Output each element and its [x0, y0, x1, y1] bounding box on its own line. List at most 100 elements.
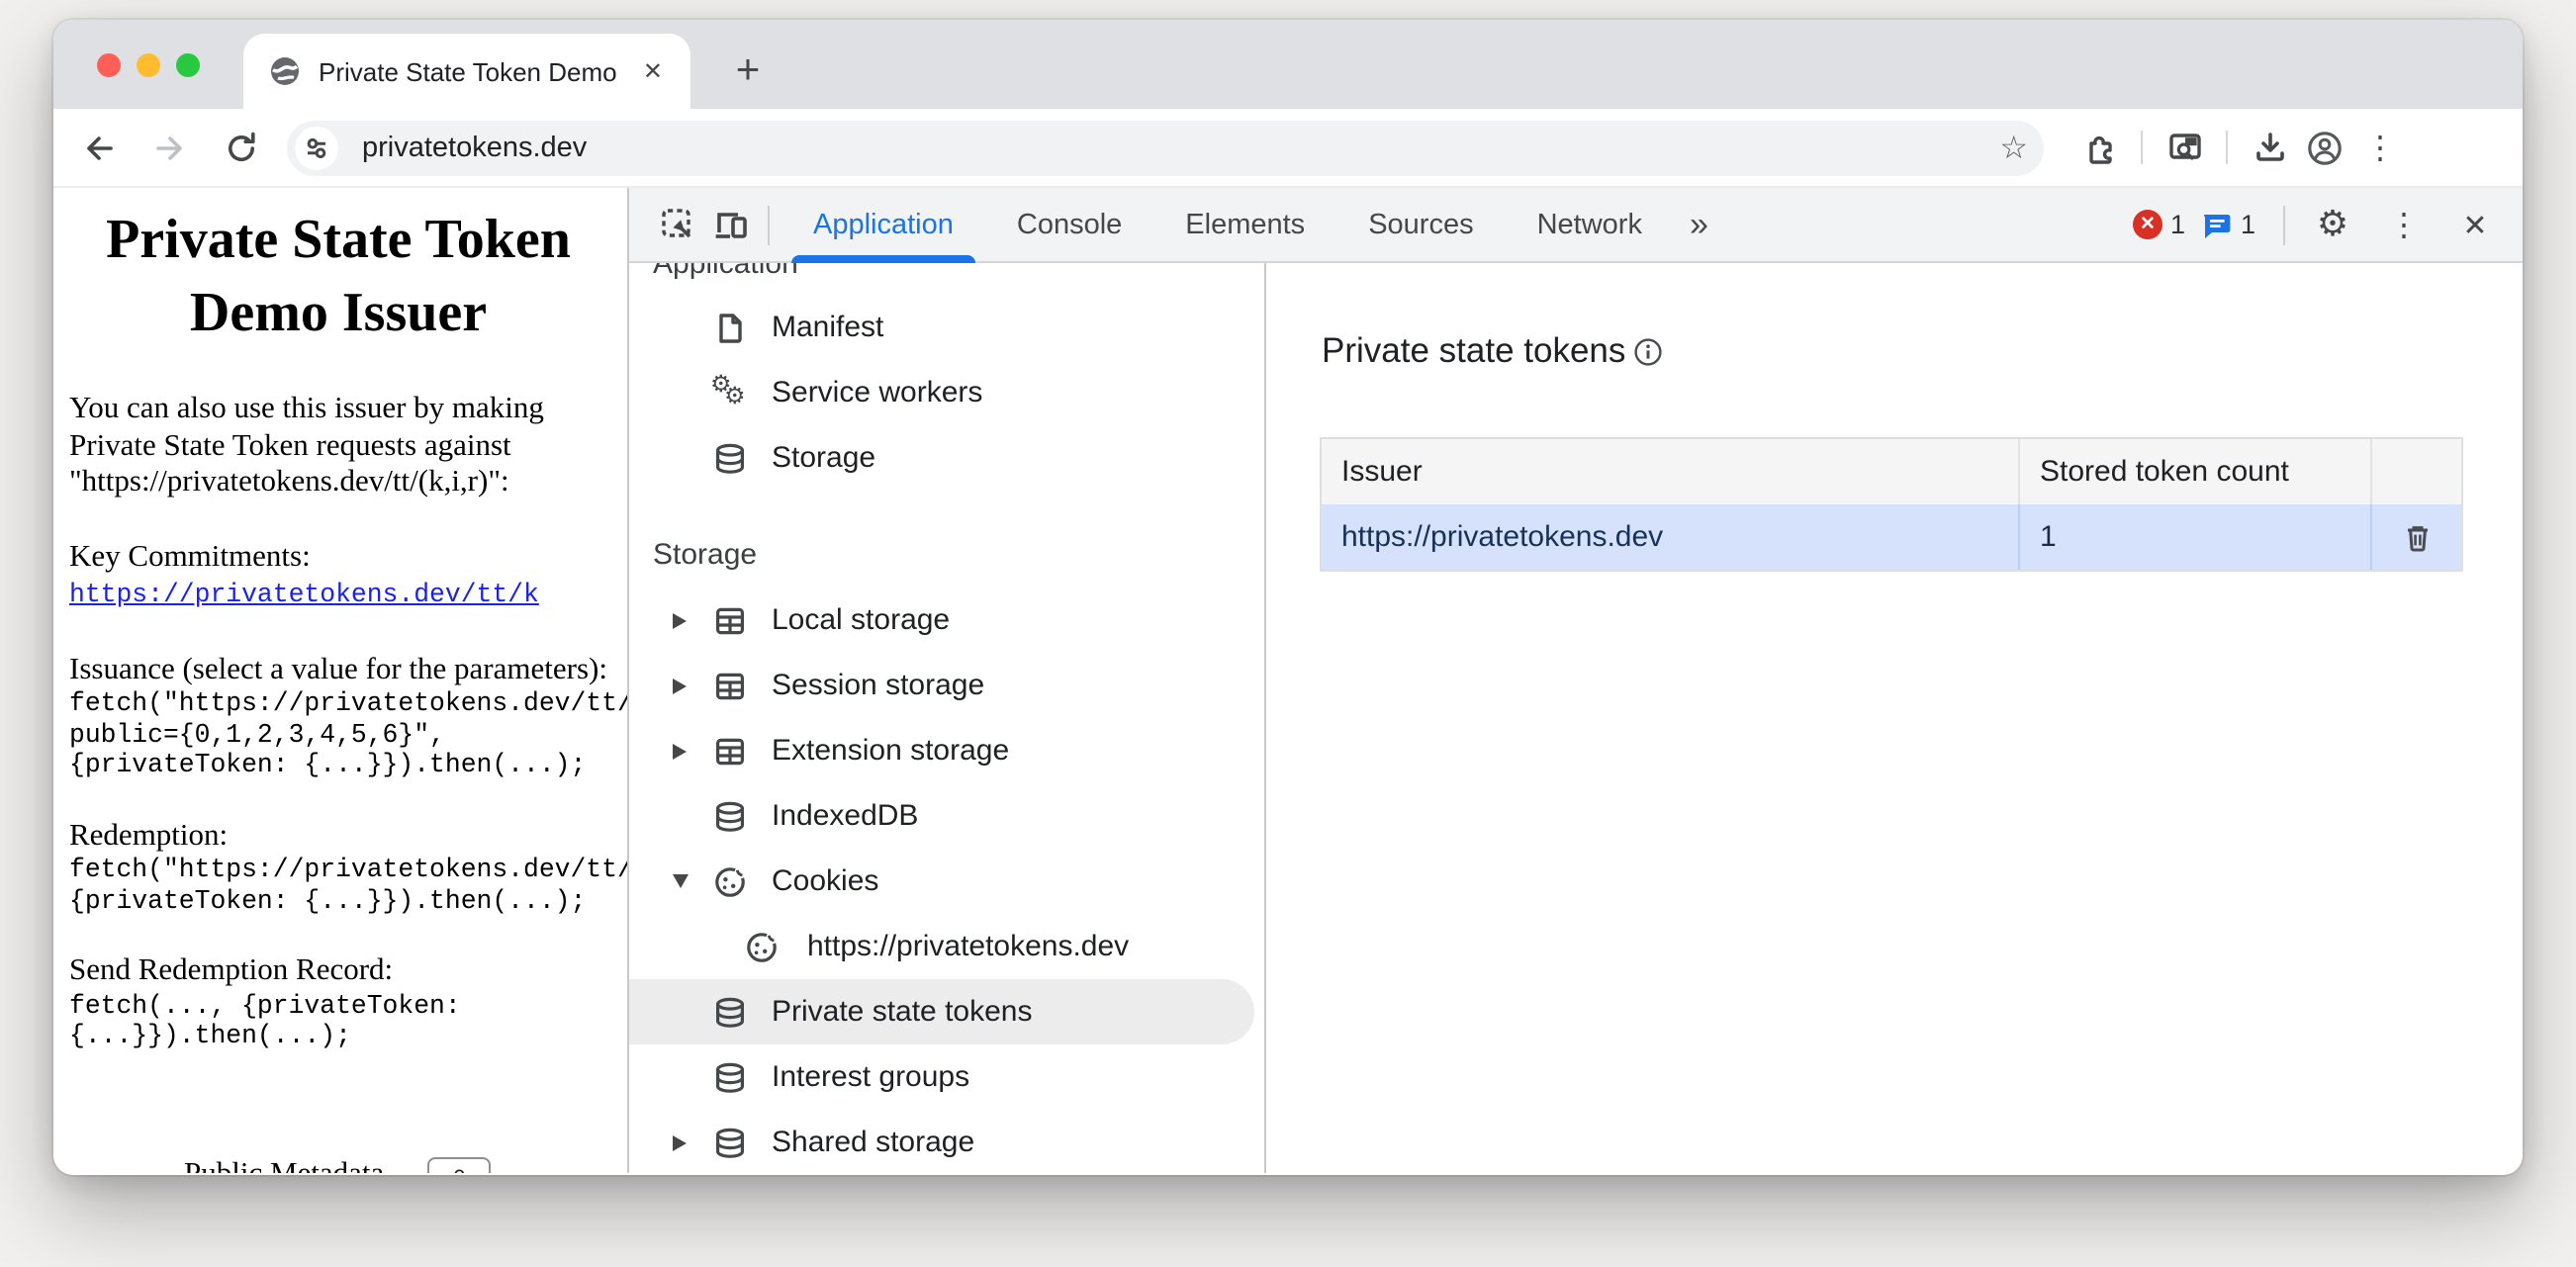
search-side-panel-icon[interactable]	[2157, 120, 2212, 175]
column-header-issuer[interactable]: Issuer	[1322, 439, 2020, 504]
url-text[interactable]: privatetokens.dev	[362, 132, 1999, 163]
send-rr-code: fetch(..., {privateToken: {...}}).then(.…	[69, 990, 607, 1051]
devtools-body: Application Manifest ⚙	[629, 263, 2523, 1173]
tokens-table: Issuer Stored token count https://privat…	[1320, 437, 2463, 572]
page-intro: You can also use this issuer by making P…	[69, 392, 607, 501]
database-icon	[712, 994, 748, 1030]
browser-window: Private State Token Demo ✕ + privatetoke…	[53, 20, 2523, 1175]
new-tab-button[interactable]: +	[714, 38, 782, 105]
send-rr-label: Send Redemption Record:	[69, 953, 607, 990]
sidebar-section-storage: Storage	[629, 522, 1264, 588]
send-rr-block: Send Redemption Record: fetch(..., {priv…	[69, 953, 607, 1051]
more-tabs-chevron-icon[interactable]: »	[1674, 205, 1724, 244]
issuance-block: Issuance (select a value for the paramet…	[69, 652, 607, 780]
forward-button[interactable]	[144, 122, 196, 173]
tab-strip: Private State Token Demo ✕ +	[53, 20, 2523, 109]
window-content: Private State Token Demo Issuer You can …	[53, 188, 2523, 1173]
column-header-stored-token-count[interactable]: Stored token count	[2020, 439, 2372, 504]
database-icon	[712, 1125, 748, 1160]
table-row[interactable]: https://privatetokens.dev 1	[1322, 504, 2461, 570]
divider	[2141, 131, 2143, 164]
expand-arrow-icon[interactable]	[673, 612, 687, 628]
error-badge-icon[interactable]: ✕	[2133, 210, 2162, 239]
bookmark-star-icon[interactable]: ☆	[1999, 128, 2028, 167]
minimize-window-button[interactable]	[137, 52, 160, 76]
inspect-element-icon[interactable]	[649, 197, 704, 252]
tab-favicon-globe-icon	[269, 55, 301, 87]
column-header-actions	[2372, 439, 2461, 504]
database-icon	[712, 1059, 748, 1095]
address-bar[interactable]: privatetokens.dev ☆	[287, 120, 2044, 175]
storage-database-icon	[712, 440, 748, 476]
devtools-close-icon[interactable]: ✕	[2447, 197, 2503, 252]
key-commitments-block: Key Commitments: https://privatetokens.d…	[69, 539, 607, 614]
sidebar-item-private-state-tokens[interactable]: Private state tokens	[629, 979, 1254, 1044]
devtools-tab-network[interactable]: Network	[1506, 187, 1674, 262]
close-window-button[interactable]	[97, 52, 121, 76]
browser-menu-kebab-icon[interactable]: ⋮	[2352, 120, 2408, 175]
tab-close-icon[interactable]: ✕	[635, 53, 671, 89]
expand-arrow-icon[interactable]	[673, 743, 687, 759]
devtools-menu-kebab-icon[interactable]: ⋮	[2376, 197, 2432, 252]
download-icon[interactable]	[2242, 120, 2297, 175]
actions-cell	[2372, 504, 2461, 570]
redemption-code: fetch("https://privatetokens.dev/tt/ {pr…	[69, 855, 607, 916]
sidebar-item-interest-groups[interactable]: Interest groups	[629, 1044, 1264, 1110]
devtools-tab-console[interactable]: Console	[985, 187, 1153, 262]
sidebar-item-storage[interactable]: Storage	[629, 425, 1264, 491]
device-toolbar-icon[interactable]	[704, 197, 760, 252]
table-grid-icon	[712, 668, 748, 703]
public-metadata-row: Public Metadata 0	[53, 1157, 627, 1173]
service-workers-gears-icon: ⚙ ⚙	[712, 375, 748, 410]
site-settings-button[interactable]	[295, 126, 338, 169]
stored-token-count-cell[interactable]: 1	[2020, 504, 2372, 570]
sidebar-item-shared-storage[interactable]: Shared storage	[629, 1110, 1264, 1173]
extensions-puzzle-icon[interactable]	[2071, 120, 2127, 175]
divider	[768, 205, 770, 244]
table-grid-icon	[712, 733, 748, 769]
table-grid-icon	[712, 602, 748, 638]
browser-tab[interactable]: Private State Token Demo ✕	[243, 34, 690, 109]
devtools-tab-sources[interactable]: Sources	[1336, 187, 1505, 262]
message-bubble-icon[interactable]	[2201, 209, 2233, 240]
sidebar-item-session-storage[interactable]: Session storage	[629, 653, 1264, 718]
panel-heading: Private state tokens	[1322, 330, 1625, 372]
sidebar-item-cookie-origin[interactable]: https://privatetokens.dev	[629, 914, 1264, 979]
table-header-row: Issuer Stored token count	[1322, 439, 2461, 504]
issuance-label: Issuance (select a value for the paramet…	[69, 652, 607, 688]
tab-title: Private State Token Demo	[319, 56, 635, 86]
profile-avatar-icon[interactable]	[2297, 120, 2352, 175]
redemption-block: Redemption: fetch("https://privatetokens…	[69, 818, 607, 916]
devtools-toolbar: Application Console Elements Sources Net…	[629, 188, 2523, 263]
back-button[interactable]	[73, 122, 125, 173]
cookie-icon	[744, 929, 780, 964]
divider	[2283, 205, 2285, 244]
error-count: 1	[2170, 210, 2185, 239]
key-commitments-link[interactable]: https://privatetokens.dev/tt/k	[69, 578, 539, 614]
sidebar-item-service-workers[interactable]: ⚙ ⚙ Service workers	[629, 360, 1264, 425]
sidebar-item-cookies[interactable]: Cookies	[629, 849, 1264, 914]
desktop: Private State Token Demo ✕ + privatetoke…	[0, 0, 2576, 1267]
fullscreen-window-button[interactable]	[176, 52, 200, 76]
delete-trash-icon[interactable]	[2401, 521, 2433, 553]
public-metadata-label: Public Metadata	[184, 1157, 384, 1173]
devtools-tab-application[interactable]: Application	[782, 187, 985, 262]
message-count: 1	[2241, 210, 2255, 239]
devtools-settings-gear-icon[interactable]: ⚙	[2305, 197, 2360, 252]
devtools-tab-elements[interactable]: Elements	[1153, 187, 1336, 262]
sidebar-item-extension-storage[interactable]: Extension storage	[629, 718, 1264, 783]
expand-arrow-icon[interactable]	[673, 1134, 687, 1150]
collapse-arrow-icon[interactable]	[673, 874, 689, 888]
sidebar-item-indexeddb[interactable]: IndexedDB	[629, 783, 1264, 849]
key-commitments-label: Key Commitments:	[69, 539, 607, 576]
page-title: Private State Token Demo Issuer	[69, 204, 607, 350]
sidebar-item-manifest[interactable]: Manifest	[629, 295, 1264, 360]
issuer-cell[interactable]: https://privatetokens.dev	[1322, 504, 2020, 570]
public-metadata-select[interactable]: 0	[427, 1157, 491, 1173]
reload-button[interactable]	[216, 122, 267, 173]
info-icon[interactable]	[1631, 335, 1663, 367]
application-sidebar: Application Manifest ⚙	[629, 263, 1266, 1173]
expand-arrow-icon[interactable]	[673, 678, 687, 693]
sidebar-section-application: Application	[629, 263, 1264, 295]
sidebar-item-local-storage[interactable]: Local storage	[629, 588, 1264, 653]
